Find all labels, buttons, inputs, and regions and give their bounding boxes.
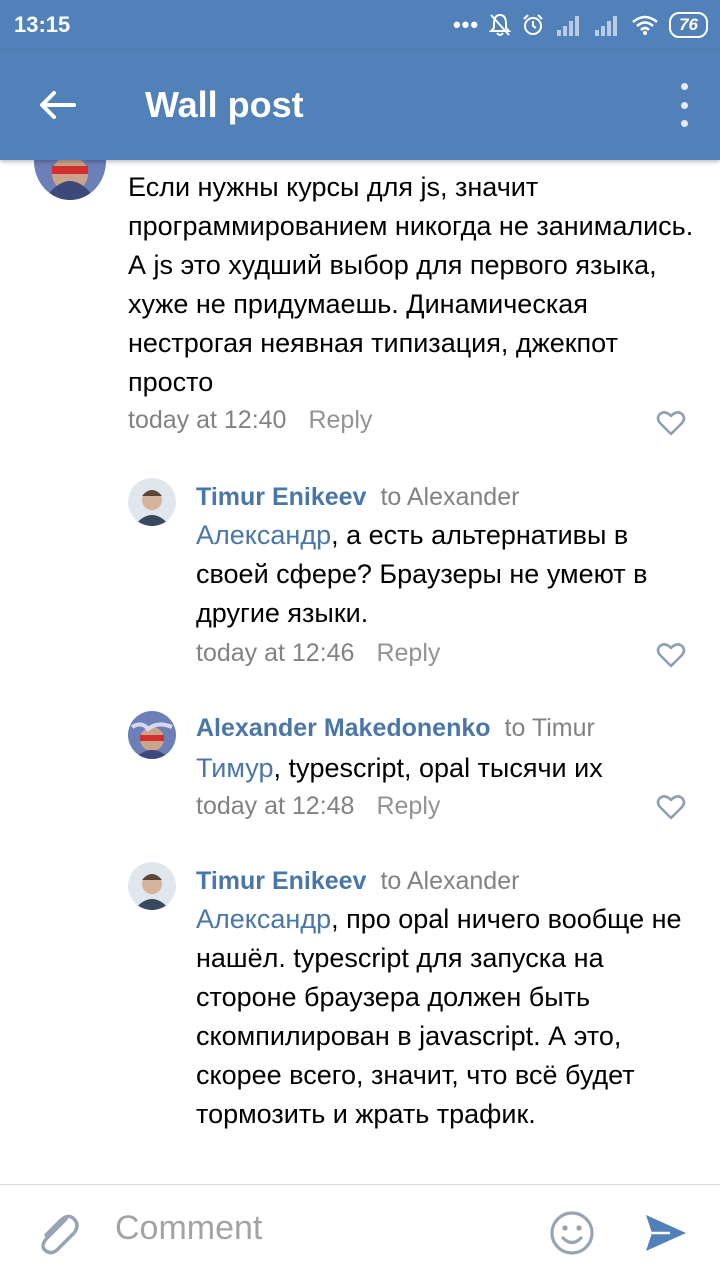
comment-meta: today at 12:40 Reply <box>128 406 372 435</box>
status-icons: ••• 76 <box>453 8 708 42</box>
comment-body: , про opal ничего вообще не нашёл. types… <box>196 904 682 1129</box>
avatar[interactable] <box>34 160 106 200</box>
reply-to-link[interactable]: to Alexander <box>380 483 519 511</box>
like-heart-icon[interactable] <box>656 409 686 437</box>
avatar[interactable] <box>128 711 176 759</box>
author-name-link[interactable]: Alexander Makedonenko <box>196 714 491 742</box>
comment-time: today at 12:48 <box>196 792 355 820</box>
more-notifications-icon: ••• <box>452 12 480 37</box>
app-bar: Wall post <box>0 50 720 160</box>
status-time: 13:15 <box>14 12 71 37</box>
comment-meta: today at 12:46 Reply <box>196 639 440 668</box>
reply-to-link[interactable]: to Timur <box>505 714 595 742</box>
mention-link[interactable]: Александр <box>196 904 331 934</box>
mention-link[interactable]: Тимур <box>196 753 273 783</box>
mention-link[interactable]: Александр <box>196 520 331 550</box>
alarm-icon <box>523 14 543 35</box>
mute-bell-icon <box>489 13 512 36</box>
battery-indicator: 76 <box>669 12 708 38</box>
send-icon[interactable] <box>642 1209 690 1257</box>
comment-time: today at 12:46 <box>196 639 355 667</box>
comment-composer: Comment <box>0 1184 720 1281</box>
avatar[interactable] <box>128 862 176 910</box>
reply-button[interactable]: Reply <box>376 639 440 667</box>
emoji-smile-icon[interactable] <box>548 1209 596 1257</box>
back-arrow-icon <box>40 91 76 119</box>
status-bar: 13:15 ••• 76 <box>0 0 720 50</box>
reply-to-link[interactable]: to Alexander <box>380 867 519 895</box>
page-title: Wall post <box>145 84 304 125</box>
back-button[interactable] <box>30 78 84 132</box>
comment-text: Александр, про opal ничего вообще не наш… <box>196 900 696 1134</box>
reply-button[interactable]: Reply <box>376 792 440 820</box>
comment-input[interactable]: Comment <box>115 1209 262 1248</box>
attach-paperclip-icon[interactable] <box>32 1205 86 1259</box>
comments-list[interactable]: Если нужны курсы для js, значит программ… <box>0 160 720 1184</box>
comment-body: , typescript, opal тысячи их <box>273 753 603 783</box>
comment-text: Тимур, typescript, opal тысячи их <box>196 749 696 788</box>
comment-text: Если нужны курсы для js, значит программ… <box>128 172 694 397</box>
comment-author: Alexander Makedonenko to Timur <box>196 714 595 743</box>
reply-button[interactable]: Reply <box>308 406 372 434</box>
more-vertical-icon <box>680 83 688 90</box>
comment-author: Timur Enikeev to Alexander <box>196 867 519 896</box>
signal-icon <box>557 16 580 36</box>
avatar[interactable] <box>128 478 176 526</box>
wifi-icon <box>632 15 658 35</box>
like-heart-icon[interactable] <box>656 641 686 669</box>
author-name-link[interactable]: Timur Enikeev <box>196 483 366 511</box>
more-options-button[interactable] <box>674 83 694 127</box>
author-name-link[interactable]: Timur Enikeev <box>196 867 366 895</box>
comment-author: Timur Enikeev to Alexander <box>196 483 519 512</box>
like-heart-icon[interactable] <box>656 793 686 821</box>
comment-time: today at 12:40 <box>128 406 287 434</box>
signal-icon-2 <box>595 16 618 36</box>
comment-text: Александр, а есть альтернативы в своей с… <box>196 516 696 633</box>
comment-meta: today at 12:48 Reply <box>196 792 440 821</box>
